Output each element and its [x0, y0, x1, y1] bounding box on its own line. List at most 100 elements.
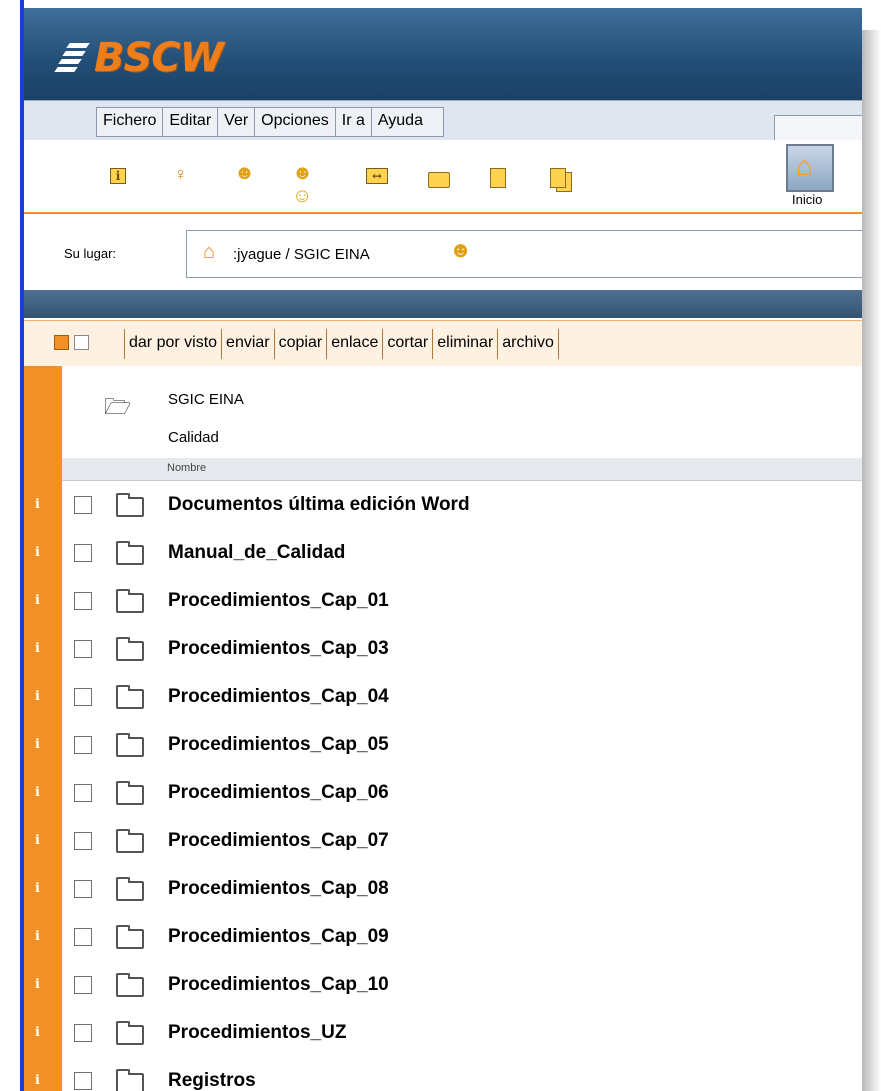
move-icon[interactable]: ↔: [366, 168, 388, 184]
table-row[interactable]: i Documentos última edición Word: [24, 481, 862, 530]
action-bar: dar por visto enviar copiar enlace corta…: [24, 320, 862, 368]
action-enlace[interactable]: enlace: [326, 329, 382, 359]
menu-ayuda[interactable]: Ayuda: [372, 108, 443, 136]
top-strip: [24, 0, 862, 8]
row-checkbox[interactable]: [74, 544, 92, 562]
row-info-icon[interactable]: i: [24, 1009, 62, 1057]
action-cortar[interactable]: cortar: [382, 329, 432, 359]
action-copiar[interactable]: copiar: [273, 329, 327, 359]
open-folder-icon[interactable]: 🗁: [104, 390, 131, 428]
table-row[interactable]: i Procedimientos_Cap_03: [24, 625, 862, 674]
row-name[interactable]: Procedimientos_Cap_09: [168, 926, 389, 948]
folder-icon: [116, 541, 144, 565]
table-row[interactable]: i Manual_de_Calidad: [24, 529, 862, 578]
select-none-checkbox[interactable]: [74, 335, 89, 350]
menu-ver[interactable]: Ver: [218, 108, 256, 136]
key-icon[interactable]: ♀: [174, 164, 194, 184]
home-icon: ⌂: [796, 150, 813, 181]
row-name[interactable]: Procedimientos_UZ: [168, 1022, 346, 1044]
row-info-icon[interactable]: i: [24, 529, 62, 577]
row-name[interactable]: Procedimientos_Cap_06: [168, 782, 389, 804]
location-label: Su lugar:: [64, 246, 117, 261]
row-checkbox[interactable]: [74, 688, 92, 706]
documents-icon[interactable]: [550, 168, 566, 188]
row-checkbox[interactable]: [74, 640, 92, 658]
row-name[interactable]: Procedimientos_Cap_07: [168, 830, 389, 852]
column-header-name[interactable]: Nombre: [167, 462, 206, 474]
menu-editar[interactable]: Editar: [163, 108, 219, 136]
row-info-icon[interactable]: i: [24, 625, 62, 673]
table-row[interactable]: i Procedimientos_Cap_07: [24, 817, 862, 866]
info-icon[interactable]: i: [110, 168, 126, 184]
row-info-icon[interactable]: i: [24, 769, 62, 817]
row-name[interactable]: Procedimientos_Cap_04: [168, 686, 389, 708]
table-row[interactable]: i Procedimientos_Cap_09: [24, 913, 862, 962]
row-checkbox[interactable]: [74, 592, 92, 610]
action-dar-por-visto[interactable]: dar por visto: [124, 329, 221, 359]
row-checkbox[interactable]: [74, 496, 92, 514]
menu-ir-a[interactable]: Ir a: [336, 108, 372, 136]
row-info-icon[interactable]: i: [24, 1057, 62, 1091]
folder-icon: [116, 877, 144, 901]
folder-icon: [116, 733, 144, 757]
row-checkbox[interactable]: [74, 832, 92, 850]
row-name[interactable]: Documentos última edición Word: [168, 494, 470, 516]
row-name[interactable]: Procedimientos_Cap_10: [168, 974, 389, 996]
row-checkbox[interactable]: [74, 928, 92, 946]
row-checkbox[interactable]: [74, 784, 92, 802]
action-links: dar por visto enviar copiar enlace corta…: [124, 329, 559, 359]
table-row[interactable]: i Procedimientos_Cap_06: [24, 769, 862, 818]
menu-opciones[interactable]: Opciones: [255, 108, 336, 136]
table-row[interactable]: i Procedimientos_Cap_05: [24, 721, 862, 770]
action-eliminar[interactable]: eliminar: [432, 329, 497, 359]
folder-icon: [116, 781, 144, 805]
row-info-icon[interactable]: i: [24, 961, 62, 1009]
table-row[interactable]: i Procedimientos_Cap_01: [24, 577, 862, 626]
row-info-icon[interactable]: i: [24, 673, 62, 721]
menu-fichero[interactable]: Fichero: [97, 108, 164, 136]
window-shadow: [862, 30, 881, 1091]
folder-icon[interactable]: [428, 172, 450, 188]
row-info-icon[interactable]: i: [24, 721, 62, 769]
home-label: Inicio: [792, 192, 823, 207]
row-info-icon[interactable]: i: [24, 913, 62, 961]
row-checkbox[interactable]: [74, 880, 92, 898]
row-name[interactable]: Procedimientos_Cap_03: [168, 638, 389, 660]
location-bar: Su lugar: ⌂ :jyague / SGIC EINA ☻: [24, 214, 862, 284]
row-info-icon[interactable]: i: [24, 865, 62, 913]
row-info-icon[interactable]: i: [24, 817, 62, 865]
app-frame: BSCW Fichero Editar Ver Opciones Ir a Ay…: [24, 0, 862, 1091]
document-icon[interactable]: [490, 168, 506, 188]
row-name[interactable]: Procedimientos_Cap_08: [168, 878, 389, 900]
table-row[interactable]: i Procedimientos_Cap_04: [24, 673, 862, 722]
select-all-checkbox[interactable]: [54, 335, 69, 350]
row-checkbox[interactable]: [74, 1024, 92, 1042]
workspace-users-icon[interactable]: ☻: [449, 237, 472, 263]
user-icon[interactable]: ☻: [234, 162, 255, 184]
table-row[interactable]: i Registros: [24, 1057, 862, 1091]
users-icon[interactable]: ☻☺: [292, 162, 313, 207]
location-path[interactable]: :jyague / SGIC EINA: [233, 246, 370, 263]
home-small-icon[interactable]: ⌂: [203, 241, 215, 264]
header-banner: BSCW: [24, 8, 862, 100]
row-checkbox[interactable]: [74, 976, 92, 994]
row-checkbox[interactable]: [74, 736, 92, 754]
table-row[interactable]: i Procedimientos_UZ: [24, 1009, 862, 1058]
action-archivo[interactable]: archivo: [497, 329, 559, 359]
home-button[interactable]: ⌂: [786, 144, 834, 192]
action-enviar[interactable]: enviar: [221, 329, 274, 359]
row-name[interactable]: Procedimientos_Cap_01: [168, 590, 389, 612]
parent-folder-name[interactable]: SGIC EINA: [168, 391, 244, 408]
row-info-icon[interactable]: i: [24, 577, 62, 625]
folder-icon: [116, 589, 144, 613]
table-row[interactable]: i Procedimientos_Cap_10: [24, 961, 862, 1010]
logo-mark-icon: [54, 41, 90, 75]
table-row[interactable]: i Procedimientos_Cap_08: [24, 865, 862, 914]
parent-folder: 🗁 SGIC EINA Calidad: [62, 366, 862, 458]
row-name[interactable]: Procedimientos_Cap_05: [168, 734, 389, 756]
row-name[interactable]: Registros: [168, 1070, 256, 1091]
bscw-logo[interactable]: BSCW: [54, 35, 224, 81]
row-name[interactable]: Manual_de_Calidad: [168, 542, 345, 564]
row-info-icon[interactable]: i: [24, 481, 62, 529]
row-checkbox[interactable]: [74, 1072, 92, 1090]
